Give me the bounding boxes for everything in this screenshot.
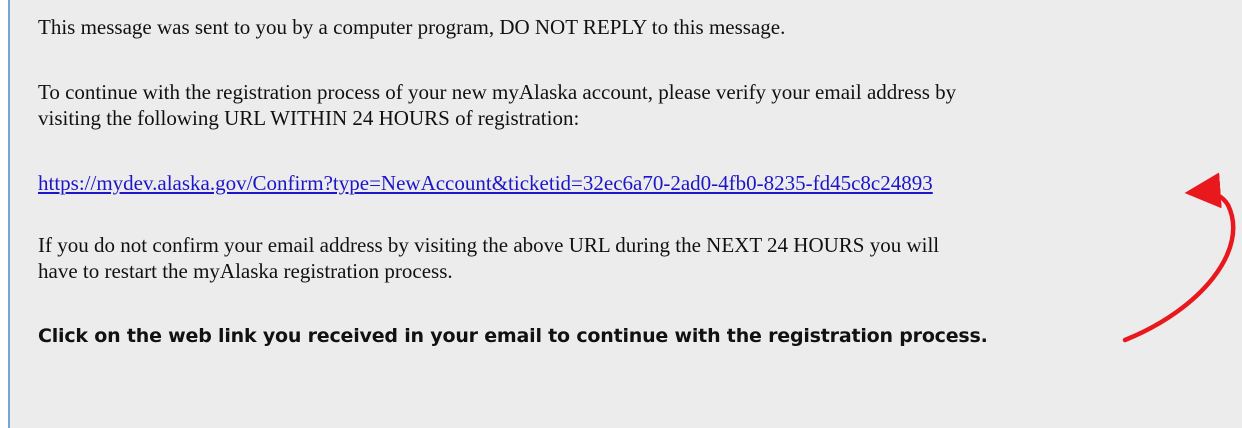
expiry-line-2: have to restart the myAlaska registratio… <box>38 259 453 283</box>
instructions-line-1: To continue with the registration proces… <box>38 80 957 104</box>
confirmation-link[interactable]: https://mydev.alaska.gov/Confirm?type=Ne… <box>38 171 933 195</box>
confirmation-link-paragraph: https://mydev.alaska.gov/Confirm?type=Ne… <box>38 170 933 196</box>
email-message-body: This message was sent to you by a comput… <box>8 0 1242 428</box>
do-not-reply-notice: This message was sent to you by a comput… <box>38 15 786 39</box>
instructions-line-2: visiting the following URL WITHIN 24 HOU… <box>38 106 580 130</box>
callout-instruction: Click on the web link you received in yo… <box>38 325 988 347</box>
screenshot-frame: This message was sent to you by a comput… <box>0 0 1242 428</box>
expiry-line-1: If you do not confirm your email address… <box>38 233 940 257</box>
expiry-warning: If you do not confirm your email address… <box>38 232 939 284</box>
verification-instructions: To continue with the registration proces… <box>38 79 956 131</box>
